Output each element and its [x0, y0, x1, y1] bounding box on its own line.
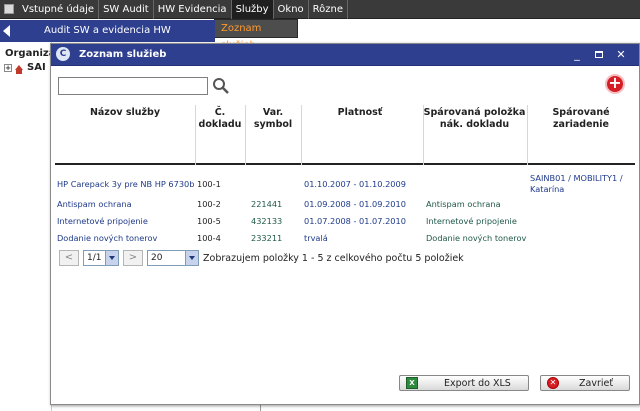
export-xls-label: Export do XLS	[444, 377, 511, 389]
app-icon	[4, 4, 14, 14]
cell-validity: 01.07.2008 - 01.07.2010	[304, 216, 406, 226]
cell-doc: 100-2	[197, 199, 221, 209]
close-circle-icon: ✕	[547, 377, 559, 389]
menu-rozne[interactable]: Rôzne	[309, 0, 349, 19]
menu-vstupne-udaje[interactable]: Vstupné údaje	[18, 0, 100, 19]
close-button[interactable]: ✕ Zavrieť	[540, 375, 630, 391]
maximize-icon[interactable]	[591, 48, 607, 62]
cell-validity: 01.09.2008 - 01.09.2010	[304, 199, 406, 209]
tab-audit-sw[interactable]: Audit SW a evidencia HW	[20, 20, 171, 42]
page-size-value: 20	[151, 253, 163, 263]
close-icon[interactable]: ✕	[613, 48, 629, 62]
dialog-titlebar[interactable]: C Zoznam služieb _ ✕	[51, 44, 639, 66]
search-input[interactable]	[58, 77, 208, 95]
col-header-device[interactable]: Spárované zariadenie	[527, 107, 635, 131]
back-arrow-icon[interactable]	[3, 25, 10, 37]
cell-item: Antispam ochrana	[426, 199, 501, 209]
cell-doc: 100-4	[197, 233, 221, 243]
col-divider	[245, 105, 246, 165]
menu-item-zoznam-sluzieb[interactable]: Zoznam služieb	[214, 19, 298, 51]
table-header: Názov služby Č. dokladu Var. symbol Plat…	[55, 105, 635, 165]
cell-item: Internetové pripojenie	[426, 216, 517, 226]
col-header-item[interactable]: Spárovaná položka nák. dokladu	[423, 107, 526, 131]
menu-sluzby[interactable]: Služby	[231, 0, 274, 19]
menu-sw-audit[interactable]: SW Audit	[99, 0, 154, 19]
col-header-validity[interactable]: Platnosť	[301, 107, 419, 119]
page-size-select[interactable]: 20	[147, 250, 199, 266]
dialog-title: Zoznam služieb	[79, 49, 167, 60]
page-select-value: 1/1	[87, 253, 102, 263]
cell-validity: trvalá	[304, 233, 328, 243]
services-dialog: C Zoznam služieb _ ✕ + Názov služby Č. d…	[50, 43, 640, 405]
app-logo-icon: C	[56, 47, 70, 61]
cell-name: HP Carepack 3y pre NB HP 6730b	[57, 179, 195, 189]
pagination-info: Zobrazujem položky 1 - 5 z celkového poč…	[203, 252, 464, 264]
cell-item: Dodanie nových tonerov	[426, 233, 527, 243]
add-service-icon[interactable]: +	[605, 74, 625, 94]
cell-name: Dodanie nových tonerov	[57, 233, 158, 243]
chevron-down-icon	[105, 251, 118, 265]
cell-doc: 100-5	[197, 216, 221, 226]
org-tree-panel	[0, 42, 52, 411]
cell-device: SAINB01 / MOBILITY1 / Katarína	[530, 173, 623, 194]
next-page-button[interactable]: >	[123, 250, 143, 266]
search-icon[interactable]	[212, 77, 230, 95]
prev-page-button[interactable]: <	[59, 250, 79, 266]
minimize-icon[interactable]: _	[569, 48, 585, 62]
app-tabbar: Audit SW a evidencia HW	[0, 20, 215, 42]
org-tree-title: Organiza	[5, 48, 56, 59]
cell-var: 221441	[251, 199, 283, 209]
page-select[interactable]: 1/1	[83, 250, 119, 266]
export-xls-button[interactable]: X Export do XLS	[399, 375, 529, 391]
close-button-label: Zavrieť	[579, 377, 614, 389]
cell-validity: 01.10.2007 - 01.10.2009	[304, 179, 406, 189]
excel-icon: X	[406, 377, 418, 389]
pagination: < 1/1 > 20 Zobrazujem položky 1 - 5 z ce…	[59, 250, 464, 266]
col-header-var[interactable]: Var. symbol	[248, 107, 298, 131]
menu-okno[interactable]: Okno	[274, 0, 309, 19]
col-header-doc[interactable]: Č. dokladu	[195, 107, 245, 131]
col-header-name[interactable]: Názov služby	[55, 107, 195, 119]
org-node-label: SAI	[27, 62, 46, 73]
cell-doc: 100-1	[197, 179, 221, 189]
cell-name: Internetové pripojenie	[57, 216, 148, 226]
cell-name: Antispam ochrana	[57, 199, 132, 209]
dialog-body: + Názov služby Č. dokladu Var. symbol Pl…	[51, 67, 639, 404]
main-menubar: Vstupné údaje SW Audit HW Evidencia Služ…	[0, 0, 640, 19]
menu-hw-evidencia[interactable]: HW Evidencia	[154, 0, 232, 19]
chevron-down-icon	[185, 251, 198, 265]
expand-icon[interactable]: +	[4, 63, 12, 72]
cell-var: 233211	[251, 233, 283, 243]
org-tree-node[interactable]: + SAI	[4, 62, 46, 74]
cell-var: 432133	[251, 216, 283, 226]
home-icon	[15, 65, 23, 74]
